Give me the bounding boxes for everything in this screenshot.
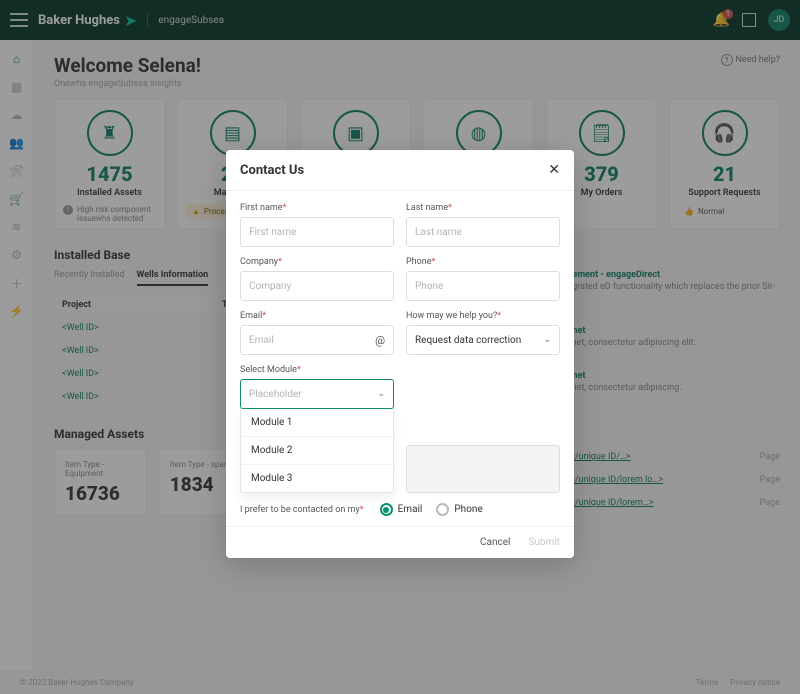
chevron-down-icon: ⌄ xyxy=(377,389,385,399)
contact-pref-label: I prefer to be contacted on my xyxy=(240,505,360,515)
last-name-label: Last name xyxy=(406,203,448,213)
radio-icon xyxy=(380,503,393,516)
company-input[interactable] xyxy=(240,271,394,301)
phone-input[interactable] xyxy=(406,271,560,301)
module-option[interactable]: Module 3 xyxy=(241,465,393,492)
module-option[interactable]: Module 1 xyxy=(241,409,393,437)
help-label: How may we help you? xyxy=(406,311,497,321)
radio-icon xyxy=(436,503,449,516)
chevron-down-icon: ⌄ xyxy=(543,335,551,345)
description-textarea[interactable] xyxy=(406,445,560,493)
modal-title: Contact Us xyxy=(240,163,304,178)
email-input[interactable]: @ xyxy=(240,325,394,355)
help-select[interactable]: Request data correction ⌄ xyxy=(406,325,560,355)
module-select[interactable]: Placeholder ⌄ xyxy=(240,379,394,409)
first-name-label: First name xyxy=(240,203,283,213)
module-label: Select Module xyxy=(240,365,297,375)
submit-button[interactable]: Submit xyxy=(528,537,560,548)
contact-us-modal: Contact Us ✕ First name* Last name* Comp… xyxy=(226,150,574,558)
first-name-input[interactable] xyxy=(240,217,394,247)
module-dropdown: Module 1 Module 2 Module 3 xyxy=(240,408,394,493)
module-option[interactable]: Module 2 xyxy=(241,437,393,465)
cancel-button[interactable]: Cancel xyxy=(480,537,510,548)
at-icon: @ xyxy=(375,334,385,347)
company-label: Company xyxy=(240,257,278,267)
close-icon[interactable]: ✕ xyxy=(548,162,560,178)
radio-phone[interactable]: Phone xyxy=(436,503,482,516)
phone-label: Phone xyxy=(406,257,432,267)
email-label: Email xyxy=(240,311,262,321)
modal-overlay[interactable]: Contact Us ✕ First name* Last name* Comp… xyxy=(0,0,800,694)
last-name-input[interactable] xyxy=(406,217,560,247)
radio-email[interactable]: Email xyxy=(380,503,423,516)
